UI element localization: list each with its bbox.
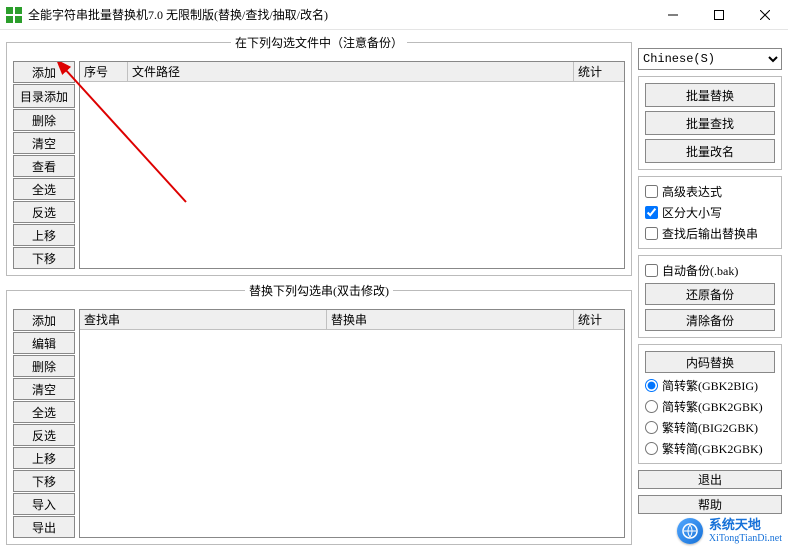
enc-gbk2gbk2-input[interactable] bbox=[645, 442, 658, 455]
enc-gbk2big-radio[interactable]: 简转繁(GBK2BIG) bbox=[645, 377, 775, 394]
files-panel-legend: 在下列勾选文件中（注意备份） bbox=[231, 34, 407, 51]
output-after-find-label: 查找后输出替换串 bbox=[662, 225, 758, 242]
files-col-seq[interactable]: 序号 bbox=[80, 62, 128, 81]
watermark: 系统天地 XiTongTianDi.net bbox=[677, 518, 782, 544]
adv-regex-label: 高级表达式 bbox=[662, 183, 722, 200]
strings-table-body[interactable] bbox=[80, 330, 624, 537]
files-table-body[interactable] bbox=[80, 82, 624, 268]
files-view-button[interactable]: 查看 bbox=[13, 155, 75, 177]
exit-help-row: 退出 帮助 bbox=[638, 470, 782, 514]
minimize-button[interactable] bbox=[650, 0, 696, 29]
batch-rename-button[interactable]: 批量改名 bbox=[645, 139, 775, 163]
files-move-up-button[interactable]: 上移 bbox=[13, 224, 75, 246]
strings-button-column: 添加 编辑 删除 清空 全选 反选 上移 下移 导入 导出 bbox=[13, 309, 75, 538]
strings-col-find[interactable]: 查找串 bbox=[80, 310, 327, 329]
enc-big2gbk-label: 繁转简(BIG2GBK) bbox=[662, 419, 758, 436]
restore-backup-button[interactable]: 还原备份 bbox=[645, 283, 775, 305]
adv-regex-input[interactable] bbox=[645, 185, 658, 198]
strings-table[interactable]: 查找串 替换串 统计 bbox=[79, 309, 625, 538]
strings-add-button[interactable]: 添加 bbox=[13, 309, 75, 331]
strings-export-button[interactable]: 导出 bbox=[13, 516, 75, 538]
files-delete-button[interactable]: 删除 bbox=[13, 109, 75, 131]
encoding-replace-button[interactable]: 内码替换 bbox=[645, 351, 775, 373]
close-button[interactable] bbox=[742, 0, 788, 29]
enc-gbk2gbk2-radio[interactable]: 繁转简(GBK2GBK) bbox=[645, 440, 775, 457]
strings-select-all-button[interactable]: 全选 bbox=[13, 401, 75, 423]
strings-edit-button[interactable]: 编辑 bbox=[13, 332, 75, 354]
maximize-button[interactable] bbox=[696, 0, 742, 29]
side-panel: Chinese(S) 批量替换 批量查找 批量改名 高级表达式 区分大小写 查找… bbox=[638, 34, 782, 544]
files-table[interactable]: 序号 文件路径 统计 bbox=[79, 61, 625, 269]
watermark-line2: XiTongTianDi.net bbox=[709, 533, 782, 544]
files-add-button[interactable]: 添加 bbox=[13, 61, 75, 83]
strings-panel-legend: 替换下列勾选串(双击修改) bbox=[245, 282, 393, 299]
enc-gbk2gbk-radio[interactable]: 简转繁(GBK2GBK) bbox=[645, 398, 775, 415]
titlebar: 全能字符串批量替换机7.0 无限制版(替换/查找/抽取/改名) bbox=[0, 0, 788, 30]
files-clear-button[interactable]: 清空 bbox=[13, 132, 75, 154]
backup-group: 自动备份(.bak) 还原备份 清除备份 bbox=[638, 255, 782, 338]
help-button[interactable]: 帮助 bbox=[638, 495, 782, 514]
clear-backup-button[interactable]: 清除备份 bbox=[645, 309, 775, 331]
strings-panel: 替换下列勾选串(双击修改) 添加 编辑 删除 清空 全选 反选 上移 下移 导入… bbox=[6, 282, 632, 545]
enc-gbk2gbk2-label: 繁转简(GBK2GBK) bbox=[662, 440, 763, 457]
case-sensitive-input[interactable] bbox=[645, 206, 658, 219]
enc-gbk2big-label: 简转繁(GBK2BIG) bbox=[662, 377, 758, 394]
batch-find-button[interactable]: 批量查找 bbox=[645, 111, 775, 135]
window-title: 全能字符串批量替换机7.0 无限制版(替换/查找/抽取/改名) bbox=[28, 6, 650, 23]
strings-import-button[interactable]: 导入 bbox=[13, 493, 75, 515]
files-invert-button[interactable]: 反选 bbox=[13, 201, 75, 223]
auto-backup-checkbox[interactable]: 自动备份(.bak) bbox=[645, 262, 775, 279]
auto-backup-input[interactable] bbox=[645, 264, 658, 277]
batch-replace-button[interactable]: 批量替换 bbox=[645, 83, 775, 107]
auto-backup-label: 自动备份(.bak) bbox=[662, 262, 738, 279]
enc-gbk2gbk-input[interactable] bbox=[645, 400, 658, 413]
case-sensitive-label: 区分大小写 bbox=[662, 204, 722, 221]
strings-col-replace[interactable]: 替换串 bbox=[327, 310, 574, 329]
watermark-logo-icon bbox=[677, 518, 703, 544]
strings-move-down-button[interactable]: 下移 bbox=[13, 470, 75, 492]
language-select[interactable]: Chinese(S) bbox=[638, 48, 782, 70]
strings-invert-button[interactable]: 反选 bbox=[13, 424, 75, 446]
case-sensitive-checkbox[interactable]: 区分大小写 bbox=[645, 204, 775, 221]
output-after-find-input[interactable] bbox=[645, 227, 658, 240]
exit-button[interactable]: 退出 bbox=[638, 470, 782, 489]
enc-gbk2gbk-label: 简转繁(GBK2GBK) bbox=[662, 398, 763, 415]
enc-gbk2big-input[interactable] bbox=[645, 379, 658, 392]
enc-big2gbk-radio[interactable]: 繁转简(BIG2GBK) bbox=[645, 419, 775, 436]
files-col-path[interactable]: 文件路径 bbox=[128, 62, 574, 81]
files-button-column: 添加 目录添加 删除 清空 查看 全选 反选 上移 下移 bbox=[13, 61, 75, 269]
strings-clear-button[interactable]: 清空 bbox=[13, 378, 75, 400]
strings-delete-button[interactable]: 删除 bbox=[13, 355, 75, 377]
enc-big2gbk-input[interactable] bbox=[645, 421, 658, 434]
app-icon bbox=[6, 7, 22, 23]
watermark-line1: 系统天地 bbox=[709, 518, 782, 532]
files-col-stat[interactable]: 统计 bbox=[574, 62, 624, 81]
files-select-all-button[interactable]: 全选 bbox=[13, 178, 75, 200]
files-panel: 在下列勾选文件中（注意备份） 添加 目录添加 删除 清空 查看 全选 反选 上移… bbox=[6, 34, 632, 276]
adv-regex-checkbox[interactable]: 高级表达式 bbox=[645, 183, 775, 200]
output-after-find-checkbox[interactable]: 查找后输出替换串 bbox=[645, 225, 775, 242]
encoding-group: 内码替换 简转繁(GBK2BIG) 简转繁(GBK2GBK) 繁转简(BIG2G… bbox=[638, 344, 782, 464]
strings-col-stat[interactable]: 统计 bbox=[574, 310, 624, 329]
files-add-dir-button[interactable]: 目录添加 bbox=[13, 84, 75, 108]
strings-move-up-button[interactable]: 上移 bbox=[13, 447, 75, 469]
files-move-down-button[interactable]: 下移 bbox=[13, 247, 75, 269]
main-actions-group: 批量替换 批量查找 批量改名 bbox=[638, 76, 782, 170]
window-controls bbox=[650, 0, 788, 29]
options-group: 高级表达式 区分大小写 查找后输出替换串 bbox=[638, 176, 782, 249]
